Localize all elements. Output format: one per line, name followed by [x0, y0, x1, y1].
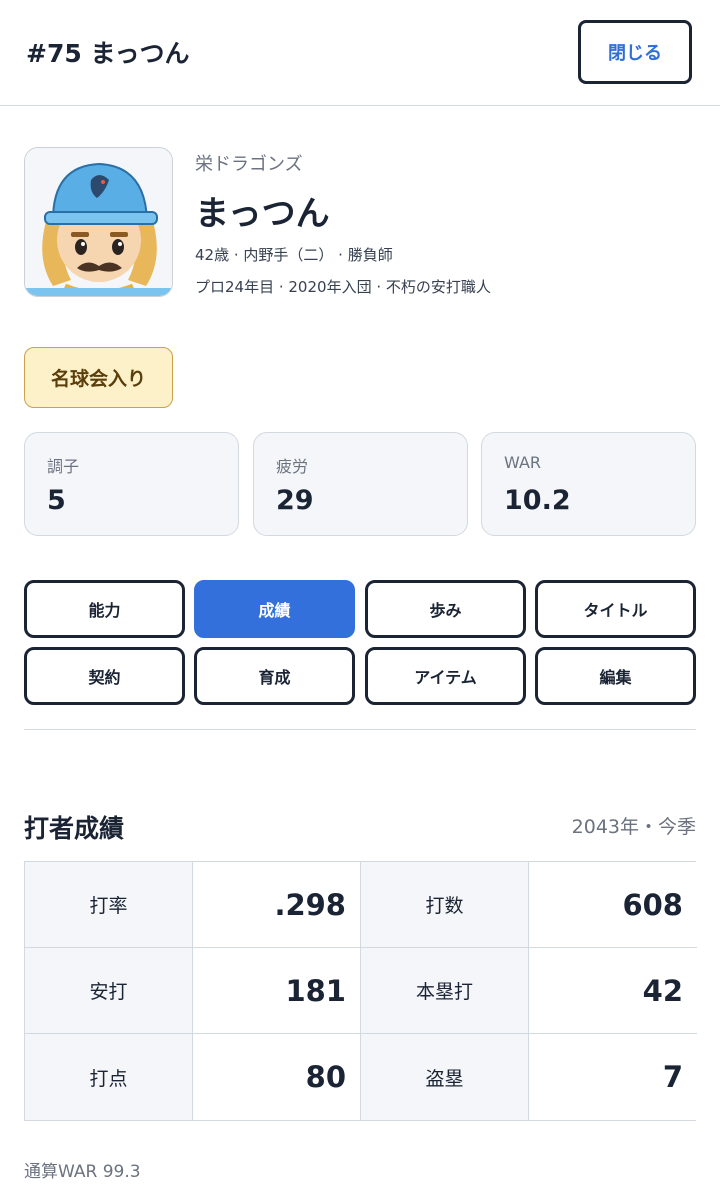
stat-key: 打点 — [25, 1034, 193, 1120]
page-title: #75 まっつん — [26, 39, 190, 68]
stat-card-fatigue: 疲労 29 — [253, 432, 468, 536]
tab-edit[interactable]: 編集 — [535, 647, 696, 705]
hall-of-fame-badge: 名球会入り — [24, 347, 173, 408]
stat-key: 本塁打 — [361, 948, 529, 1034]
section-divider — [24, 729, 696, 730]
close-button[interactable]: 閉じる — [578, 20, 692, 84]
player-name: まっつん — [195, 194, 330, 234]
tab-titles[interactable]: タイトル — [535, 580, 696, 638]
stat-key: 盗塁 — [361, 1034, 529, 1120]
stat-card-value: 5 — [47, 485, 66, 516]
tab-stats[interactable]: 成績 — [194, 580, 355, 638]
tab-ability[interactable]: 能力 — [24, 580, 185, 638]
stat-card-war: WAR 10.2 — [481, 432, 696, 536]
tab-history[interactable]: 歩み — [365, 580, 526, 638]
player-meta-line2: プロ24年目 · 2020年入団 · 不朽の安打職人 — [195, 278, 491, 296]
stat-card-label: WAR — [504, 453, 542, 472]
stat-card-value: 10.2 — [504, 485, 571, 516]
stat-value: 7 — [529, 1034, 697, 1120]
stat-value: 80 — [193, 1034, 361, 1120]
header-bar: #75 まっつん 閉じる — [0, 0, 720, 106]
stat-key: 安打 — [25, 948, 193, 1034]
player-avatar-icon — [24, 147, 173, 297]
stat-value: 181 — [193, 948, 361, 1034]
tab-contract[interactable]: 契約 — [24, 647, 185, 705]
tab-items[interactable]: アイテム — [365, 647, 526, 705]
batting-stats-table: 打率 .298 打数 608 安打 181 本塁打 42 打点 80 盗塁 7 — [24, 861, 697, 1121]
career-war: 通算WAR 99.3 — [24, 1162, 141, 1182]
tab-training[interactable]: 育成 — [194, 647, 355, 705]
stat-card-condition: 調子 5 — [24, 432, 239, 536]
stat-value: .298 — [193, 862, 361, 948]
stat-card-value: 29 — [276, 485, 314, 516]
stat-value: 42 — [529, 948, 697, 1034]
player-meta-line1: 42歳 · 内野手（二） · 勝負師 — [195, 246, 393, 264]
season-label: 2043年・今季 — [571, 816, 696, 838]
team-name: 栄ドラゴンズ — [195, 154, 303, 175]
stat-value: 608 — [529, 862, 697, 948]
section-title: 打者成績 — [24, 814, 125, 843]
stat-key: 打率 — [25, 862, 193, 948]
stat-card-label: 疲労 — [276, 457, 309, 476]
stat-key: 打数 — [361, 862, 529, 948]
stat-card-label: 調子 — [47, 457, 80, 476]
